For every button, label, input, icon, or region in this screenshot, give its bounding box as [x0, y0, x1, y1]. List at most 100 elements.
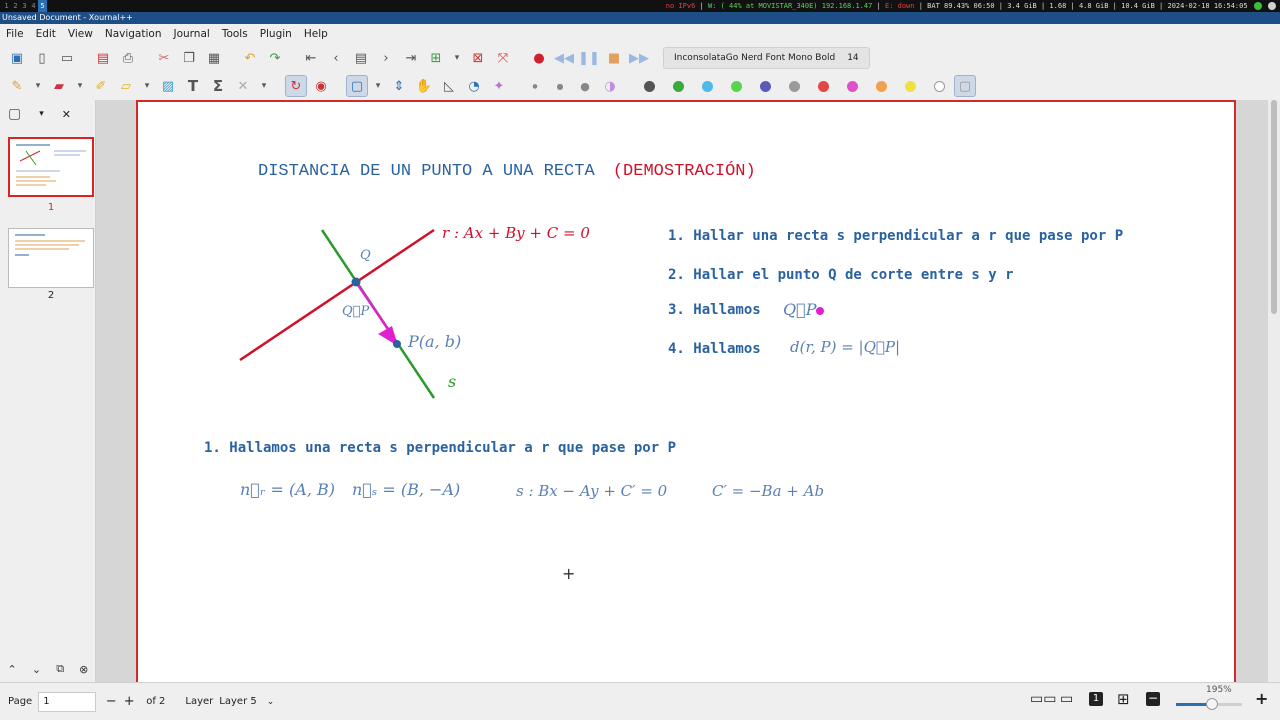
sidebar-mode-chevron-icon[interactable]: ▾	[39, 109, 44, 119]
layer-chevron-down-icon[interactable]: ⌄	[267, 697, 275, 707]
plus-icon[interactable]: +	[120, 694, 138, 709]
workspace-5[interactable]: 5	[38, 0, 47, 12]
color-swatch[interactable]	[905, 80, 916, 92]
delete-page-icon[interactable]: ⊠	[467, 47, 489, 69]
workspace-4[interactable]: 4	[29, 0, 38, 12]
font-selector[interactable]: InconsolataGo Nerd Font Mono Bold 14	[663, 47, 870, 69]
thin-line-icon[interactable]: ●	[524, 75, 546, 97]
record-icon[interactable]: ●	[528, 47, 550, 69]
medium-line-icon[interactable]: ●	[549, 75, 571, 97]
select-options-chevron-icon[interactable]: ▾	[140, 75, 154, 97]
delete-page-icon[interactable]: ⊗	[79, 663, 88, 676]
shape-options-chevron-icon[interactable]: ▾	[371, 75, 385, 97]
color-swatch[interactable]	[731, 80, 742, 92]
copy-icon[interactable]: ❐	[178, 47, 200, 69]
workspace-1[interactable]: 1	[2, 0, 11, 12]
zoom-out-icon[interactable]: −	[1146, 692, 1160, 706]
paste-icon[interactable]: ▦	[203, 47, 225, 69]
cut-icon[interactable]: ✂	[153, 47, 175, 69]
workspace-3[interactable]: 3	[20, 0, 29, 12]
custom-color-icon[interactable]: ▢	[954, 75, 976, 97]
page-thumbnail-1[interactable]	[8, 137, 94, 197]
eraser-icon[interactable]: ▰	[48, 75, 70, 97]
page-preview-icon[interactable]: ▢	[8, 106, 21, 122]
setsquare-icon[interactable]: ◺	[438, 75, 460, 97]
zoom-slider-handle[interactable]	[1206, 698, 1218, 710]
save-icon[interactable]: ▣	[6, 47, 28, 69]
thick-line-icon[interactable]: ●	[574, 75, 596, 97]
first-page-icon[interactable]: ⇤	[300, 47, 322, 69]
vertical-scrollbar[interactable]	[1268, 100, 1280, 682]
move-page-up-icon[interactable]: ⌃	[8, 663, 17, 676]
chevron-down-icon[interactable]: ▾	[450, 47, 464, 69]
workspace-2[interactable]: 2	[11, 0, 20, 12]
export-pdf-icon[interactable]: ▤	[92, 47, 114, 69]
vertical-space-icon[interactable]: ⇕	[388, 75, 410, 97]
zoom-fit-icon[interactable]: ⊞	[1117, 690, 1130, 708]
color-swatch[interactable]	[876, 80, 887, 92]
compass-icon[interactable]: ◔	[463, 75, 485, 97]
zoom-in-icon[interactable]: +	[1255, 689, 1268, 708]
minus-icon[interactable]: −	[102, 694, 120, 709]
color-swatch[interactable]	[818, 80, 829, 92]
latex-tool-icon[interactable]: Σ	[207, 75, 229, 97]
scrollbar-thumb[interactable]	[1271, 100, 1277, 314]
document-canvas[interactable]: DISTANCIA DE UN PUNTO A UNA RECTA (DEMOS…	[96, 100, 1268, 682]
next-page-icon[interactable]: ›	[375, 47, 397, 69]
select-region-icon[interactable]: ▱	[115, 75, 137, 97]
fill-icon[interactable]: ◑	[599, 75, 621, 97]
layer-selector[interactable]: Layer 5	[219, 696, 256, 707]
menu-plugin[interactable]: Plugin	[260, 28, 292, 40]
menu-journal[interactable]: Journal	[173, 28, 209, 40]
menu-view[interactable]: View	[68, 28, 93, 40]
open-folder-icon[interactable]: ▭	[56, 47, 78, 69]
stop-icon[interactable]: ■	[603, 47, 625, 69]
workspace-switcher[interactable]: 1 2 3 4 5	[2, 0, 47, 12]
menu-help[interactable]: Help	[304, 28, 328, 40]
ruler-icon[interactable]: ✕	[232, 75, 254, 97]
presentation-icon[interactable]: ▭	[1060, 691, 1073, 707]
menu-navigation[interactable]: Navigation	[105, 28, 162, 40]
new-document-icon[interactable]: ▯	[31, 47, 53, 69]
page-thumbnail-2[interactable]	[8, 228, 94, 288]
color-swatch[interactable]	[673, 80, 684, 92]
print-icon[interactable]: ⎙	[117, 47, 139, 69]
eraser-options-chevron-icon[interactable]: ▾	[73, 75, 87, 97]
redo-icon[interactable]: ↷	[264, 47, 286, 69]
color-swatch[interactable]	[760, 80, 771, 92]
ruler-options-chevron-icon[interactable]: ▾	[257, 75, 271, 97]
color-swatch[interactable]	[789, 80, 800, 92]
copy-page-icon[interactable]: ⧉	[56, 662, 64, 676]
undo-icon[interactable]: ↶	[239, 47, 261, 69]
dual-page-icon[interactable]: ▭▭	[1030, 691, 1056, 707]
color-swatch[interactable]	[934, 80, 945, 92]
close-icon[interactable]: ✕	[62, 108, 71, 121]
goto-page-icon[interactable]: ▤	[350, 47, 372, 69]
rectangle-select-icon[interactable]: ▢	[346, 75, 368, 97]
pause-icon[interactable]: ❚❚	[578, 47, 600, 69]
fullscreen-icon[interactable]: ⤧	[492, 47, 514, 69]
forward-icon[interactable]: ▶▶	[628, 47, 650, 69]
highlighter-icon[interactable]: ✐	[90, 75, 112, 97]
last-page-icon[interactable]: ⇥	[400, 47, 422, 69]
zoom-slider[interactable]	[1176, 698, 1242, 710]
hand-icon[interactable]: ✋	[413, 75, 435, 97]
grid-snap-icon[interactable]: ◉	[310, 75, 332, 97]
color-swatch[interactable]	[644, 80, 655, 92]
pen-options-chevron-icon[interactable]: ▾	[31, 75, 45, 97]
add-page-icon[interactable]: ⊞	[425, 47, 447, 69]
rewind-icon[interactable]: ◀◀	[553, 47, 575, 69]
text-tool-icon[interactable]: T	[182, 75, 204, 97]
image-icon[interactable]: ▨	[157, 75, 179, 97]
color-swatch[interactable]	[702, 80, 713, 92]
move-page-down-icon[interactable]: ⌄	[32, 663, 41, 676]
default-tool-icon[interactable]: ✦	[488, 75, 510, 97]
document-page[interactable]: DISTANCIA DE UN PUNTO A UNA RECTA (DEMOS…	[136, 100, 1236, 682]
menu-edit[interactable]: Edit	[36, 28, 56, 40]
pen-icon[interactable]: ✎	[6, 75, 28, 97]
zoom-100-icon[interactable]: 1	[1089, 692, 1103, 706]
menu-tools[interactable]: Tools	[222, 28, 248, 40]
menu-file[interactable]: File	[6, 28, 24, 40]
rotation-snap-icon[interactable]: ↻	[285, 75, 307, 97]
previous-page-icon[interactable]: ‹	[325, 47, 347, 69]
